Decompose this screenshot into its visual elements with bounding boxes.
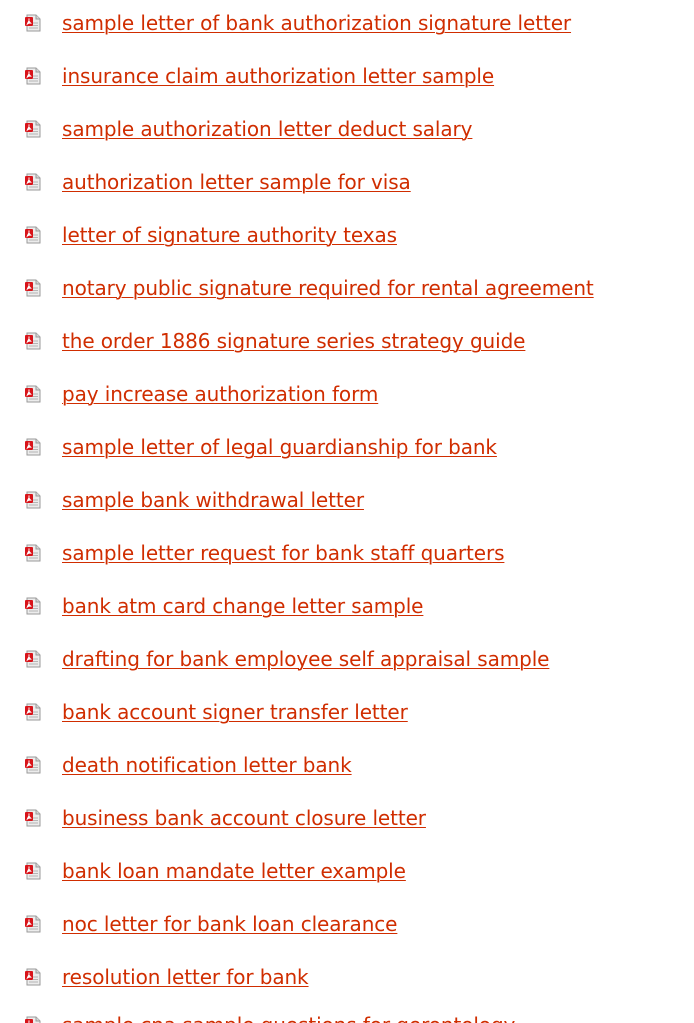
list-item: drafting for bank employee self appraisa…	[0, 644, 694, 674]
document-link[interactable]: noc letter for bank loan clearance	[62, 912, 397, 936]
document-link[interactable]: the order 1886 signature series strategy…	[62, 329, 525, 353]
list-item: sample cna sample questions for gerontol…	[0, 1010, 694, 1023]
pdf-file-icon	[24, 915, 42, 933]
list-item: sample bank withdrawal letter	[0, 485, 694, 515]
pdf-file-icon	[24, 809, 42, 827]
document-link[interactable]: insurance claim authorization letter sam…	[62, 64, 494, 88]
list-item: authorization letter sample for visa	[0, 167, 694, 197]
list-item: death notification letter bank	[0, 750, 694, 780]
document-link[interactable]: business bank account closure letter	[62, 806, 426, 830]
list-item: bank loan mandate letter example	[0, 856, 694, 886]
list-item: sample letter of bank authorization sign…	[0, 8, 694, 38]
document-link[interactable]: sample bank withdrawal letter	[62, 488, 364, 512]
list-item: noc letter for bank loan clearance	[0, 909, 694, 939]
pdf-file-icon	[24, 173, 42, 191]
list-item: insurance claim authorization letter sam…	[0, 61, 694, 91]
pdf-file-icon	[24, 544, 42, 562]
document-link[interactable]: authorization letter sample for visa	[62, 170, 411, 194]
document-link[interactable]: bank account signer transfer letter	[62, 700, 408, 724]
pdf-file-icon	[24, 1016, 42, 1023]
pdf-file-icon	[24, 67, 42, 85]
document-link[interactable]: death notification letter bank	[62, 753, 352, 777]
pdf-file-icon	[24, 756, 42, 774]
document-link[interactable]: sample letter of bank authorization sign…	[62, 11, 571, 35]
document-link[interactable]: bank loan mandate letter example	[62, 859, 406, 883]
document-link[interactable]: letter of signature authority texas	[62, 223, 397, 247]
list-item: pay increase authorization form	[0, 379, 694, 409]
pdf-file-icon	[24, 385, 42, 403]
document-link[interactable]: pay increase authorization form	[62, 382, 378, 406]
document-link[interactable]: bank atm card change letter sample	[62, 594, 423, 618]
pdf-file-icon	[24, 279, 42, 297]
document-link[interactable]: sample cna sample questions for gerontol…	[62, 1013, 515, 1023]
list-item: sample letter request for bank staff qua…	[0, 538, 694, 568]
pdf-file-icon	[24, 332, 42, 350]
list-item: sample letter of legal guardianship for …	[0, 432, 694, 462]
pdf-file-icon	[24, 14, 42, 32]
document-link[interactable]: sample authorization letter deduct salar…	[62, 117, 473, 141]
pdf-file-icon	[24, 226, 42, 244]
list-item: letter of signature authority texas	[0, 220, 694, 250]
pdf-file-icon	[24, 120, 42, 138]
document-link[interactable]: sample letter of legal guardianship for …	[62, 435, 497, 459]
document-link[interactable]: sample letter request for bank staff qua…	[62, 541, 505, 565]
document-link[interactable]: resolution letter for bank	[62, 965, 309, 989]
list-item: resolution letter for bank	[0, 962, 694, 992]
pdf-file-icon	[24, 438, 42, 456]
list-item: business bank account closure letter	[0, 803, 694, 833]
list-item: bank account signer transfer letter	[0, 697, 694, 727]
pdf-file-icon	[24, 862, 42, 880]
document-link[interactable]: drafting for bank employee self appraisa…	[62, 647, 549, 671]
document-link[interactable]: notary public signature required for ren…	[62, 276, 594, 300]
pdf-file-icon	[24, 968, 42, 986]
pdf-file-icon	[24, 597, 42, 615]
pdf-file-icon	[24, 491, 42, 509]
list-item: bank atm card change letter sample	[0, 591, 694, 621]
list-item: sample authorization letter deduct salar…	[0, 114, 694, 144]
pdf-file-icon	[24, 650, 42, 668]
list-item: notary public signature required for ren…	[0, 273, 694, 303]
pdf-link-list: sample letter of bank authorization sign…	[0, 0, 694, 1023]
pdf-file-icon	[24, 703, 42, 721]
list-item: the order 1886 signature series strategy…	[0, 326, 694, 356]
